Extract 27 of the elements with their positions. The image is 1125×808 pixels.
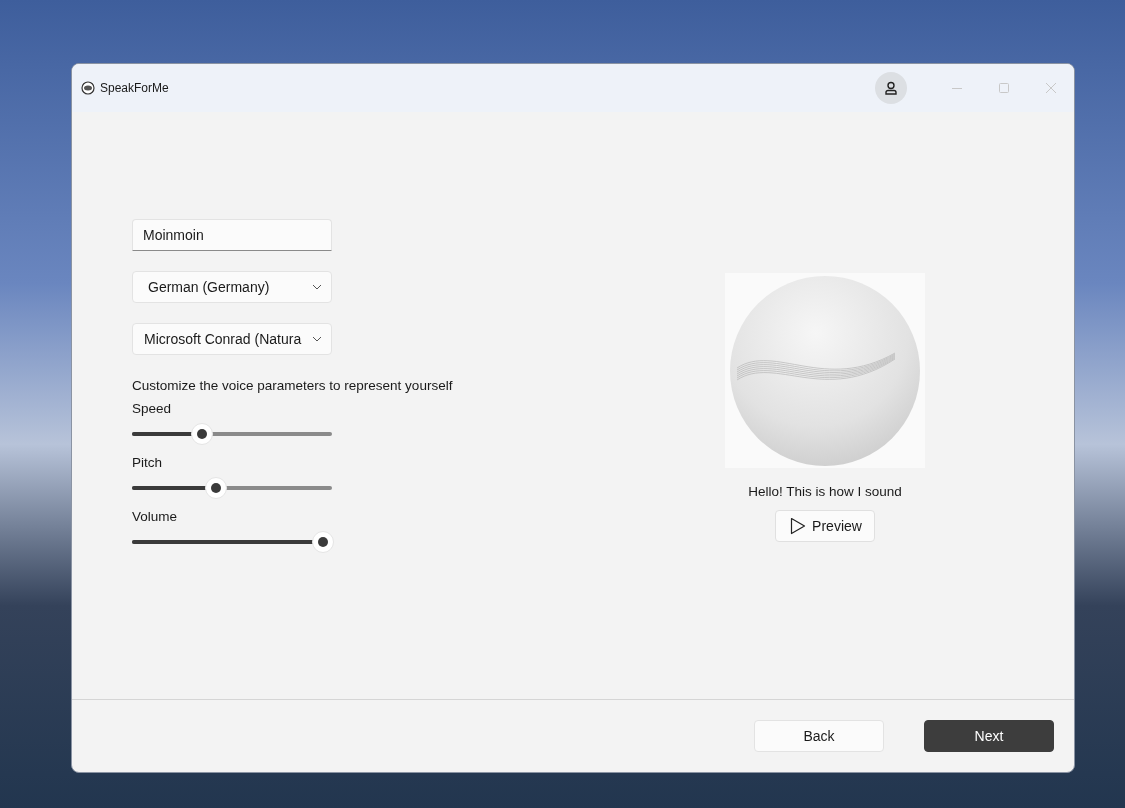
preview-button[interactable]: Preview <box>775 510 875 542</box>
slider[interactable] <box>132 423 332 445</box>
chevron-down-icon <box>312 336 322 342</box>
back-button[interactable]: Back <box>754 720 884 752</box>
slider-label: Pitch <box>132 455 162 470</box>
slider-thumb[interactable] <box>312 531 334 553</box>
maximize-icon <box>998 83 1009 93</box>
close-icon <box>1045 83 1056 93</box>
language-dropdown[interactable]: German (Germany) <box>132 271 332 303</box>
slider-label: Volume <box>132 509 178 524</box>
voice-dropdown[interactable]: Microsoft Conrad (Natura <box>132 323 332 355</box>
window-title: SpeakForMe <box>100 81 170 95</box>
slider[interactable] <box>132 477 332 499</box>
slider-label: Speed <box>132 401 172 416</box>
slider[interactable] <box>132 531 332 553</box>
slider-thumb[interactable] <box>191 423 213 445</box>
account-button[interactable] <box>875 72 907 104</box>
minimize-icon <box>951 87 962 89</box>
app-logo-icon <box>81 81 95 95</box>
play-icon <box>790 517 807 535</box>
instruction-text: Customize the voice parameters to represent yourself <box>132 378 454 393</box>
person-icon <box>884 81 898 95</box>
name-field[interactable]: Moinmoin <box>132 219 332 251</box>
slider-thumb[interactable] <box>205 477 227 499</box>
next-button[interactable]: Next <box>924 720 1054 752</box>
preview-caption: Hello! This is how I sound <box>748 484 902 499</box>
chevron-down-icon <box>312 284 322 290</box>
